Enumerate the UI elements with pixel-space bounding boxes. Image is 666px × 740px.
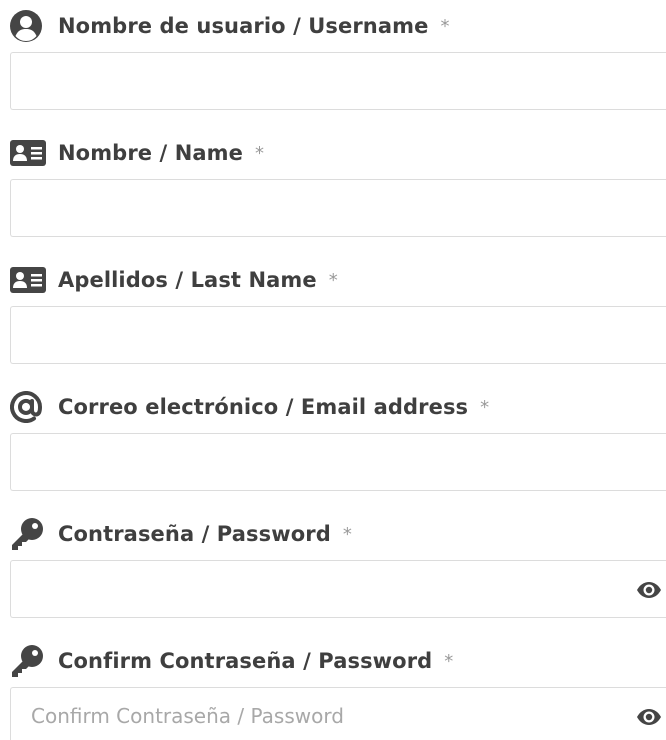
- required-marker: *: [342, 523, 352, 545]
- required-marker: *: [480, 396, 490, 418]
- password-input-container: [10, 560, 666, 618]
- id-card-icon: [10, 137, 46, 169]
- username-label: Nombre de usuario / Username: [58, 14, 429, 38]
- name-input[interactable]: [11, 180, 666, 236]
- email-label-row: Correo electrónico / Email address *: [10, 391, 489, 423]
- required-marker: *: [440, 15, 450, 37]
- name-label-row: Nombre / Name *: [10, 137, 264, 169]
- required-marker: *: [328, 269, 338, 291]
- password-label: Contraseña / Password: [58, 522, 331, 546]
- email-label: Correo electrónico / Email address: [58, 395, 469, 419]
- last-name-label: Apellidos / Last Name: [58, 268, 317, 292]
- password-input[interactable]: [11, 561, 666, 617]
- confirm-password-input-container: [10, 687, 666, 740]
- name-input-container: [10, 179, 666, 237]
- username-label-row: Nombre de usuario / Username *: [10, 10, 449, 42]
- username-input[interactable]: [11, 53, 666, 109]
- last-name-input-container: [10, 306, 666, 364]
- eye-icon[interactable]: [635, 706, 663, 728]
- email-input-container: [10, 433, 666, 491]
- last-name-input[interactable]: [11, 307, 666, 363]
- name-label: Nombre / Name: [58, 141, 243, 165]
- confirm-password-label-row: Confirm Contraseña / Password *: [10, 645, 453, 677]
- password-label-row: Contraseña / Password *: [10, 518, 352, 550]
- last-name-label-row: Apellidos / Last Name *: [10, 264, 338, 296]
- eye-icon[interactable]: [635, 579, 663, 601]
- required-marker: *: [254, 142, 264, 164]
- confirm-password-input[interactable]: [11, 688, 666, 740]
- username-input-container: [10, 52, 666, 110]
- email-input[interactable]: [11, 434, 666, 490]
- user-circle-icon: [10, 10, 46, 42]
- key-icon: [10, 645, 46, 677]
- registration-form: Nombre de usuario / Username * Nombre / …: [0, 0, 666, 740]
- at-sign-icon: [10, 391, 46, 423]
- required-marker: *: [444, 650, 454, 672]
- id-card-icon: [10, 264, 46, 296]
- confirm-password-label: Confirm Contraseña / Password: [58, 649, 433, 673]
- key-icon: [10, 518, 46, 550]
